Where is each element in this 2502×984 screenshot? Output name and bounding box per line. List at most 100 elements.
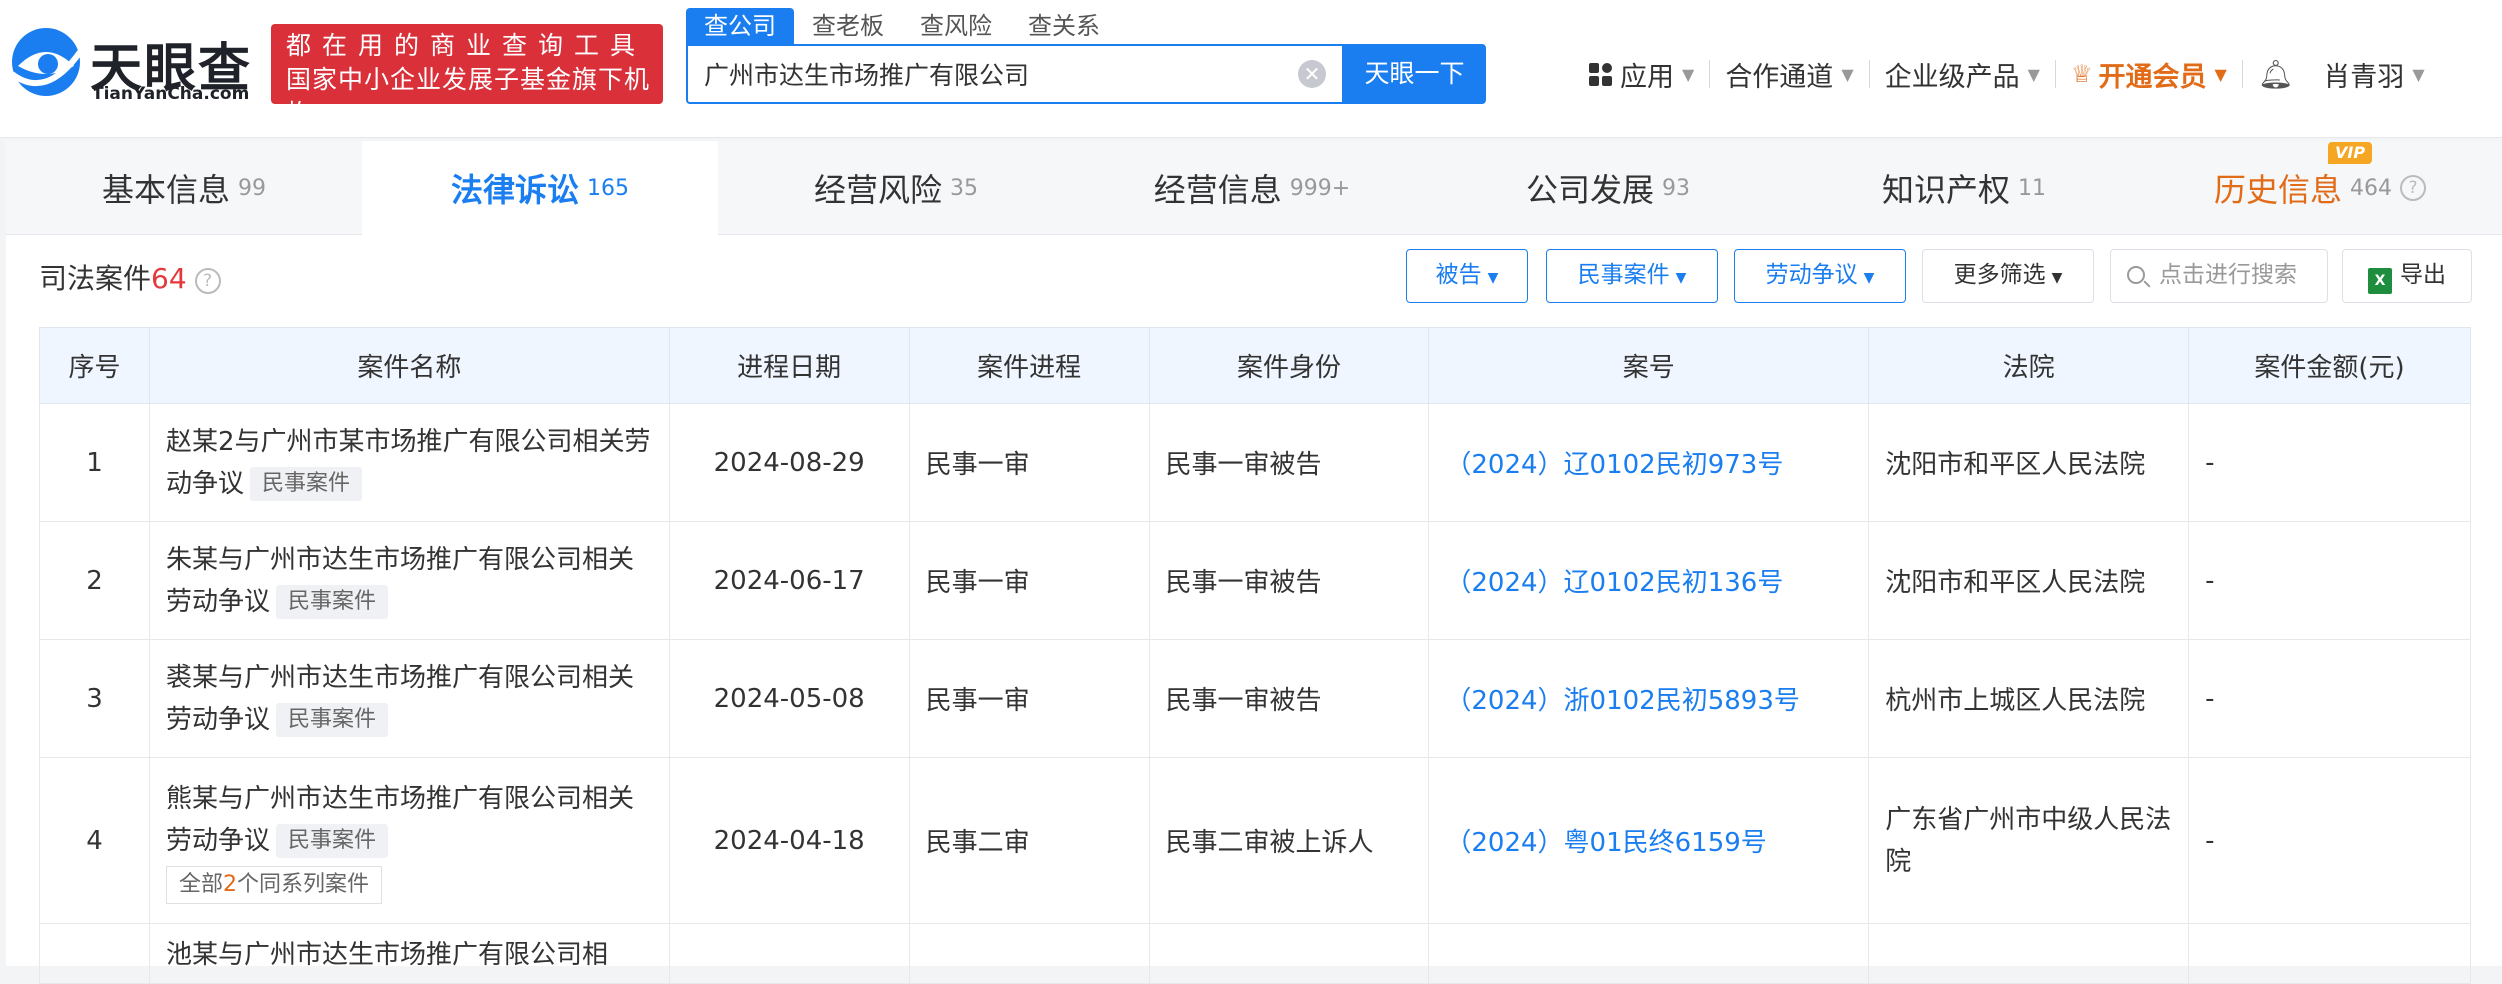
cell-case-no: （2024）浙0102民初5893号 <box>1428 639 1870 758</box>
caret-down-icon: ▼ <box>1487 270 1499 286</box>
clear-icon[interactable]: ✕ <box>1298 60 1326 88</box>
header-name: 案件名称 <box>148 327 670 404</box>
crown-icon: ♕ <box>2070 60 2093 88</box>
tab-count: 464 <box>2350 175 2392 201</box>
series-suffix: 个同系列案件 <box>236 871 369 897</box>
export-button[interactable]: X 导出 <box>2342 249 2472 303</box>
search-tab-company[interactable]: 查公司 <box>686 8 794 44</box>
cases-table: 序号 案件名称 进程日期 案件进程 案件身份 案号 法院 案件金额(元) 1 赵… <box>39 327 2471 984</box>
filter-labor[interactable]: 劳动争议 ▼ <box>1734 249 1906 303</box>
excel-icon: X <box>2368 268 2392 294</box>
filter-civil-label: 民事案件 <box>1577 262 1670 288</box>
case-name-link[interactable]: 熊某与广州市达生市场推广有限公司相关劳动争议 <box>166 784 634 856</box>
cell-amount: - <box>2188 521 2471 640</box>
cell-name: 熊某与广州市达生市场推广有限公司相关劳动争议 民事案件 全部2个同系列案件 <box>148 757 670 924</box>
case-search-input[interactable]: 点击进行搜索 <box>2110 249 2328 303</box>
filter-defendant[interactable]: 被告 ▼ <box>1406 249 1528 303</box>
tab-business-info[interactable]: 经营信息 999+ <box>1074 141 1430 235</box>
case-type-tag: 民事案件 <box>249 466 362 501</box>
tab-legal[interactable]: 法律诉讼 165 <box>362 141 718 235</box>
notifications[interactable]: 🔔︎ <box>2243 58 2309 91</box>
search-tab-relation[interactable]: 查关系 <box>1010 8 1118 44</box>
nav-vip[interactable]: ♕ 开通会员 ▼ <box>2056 55 2242 94</box>
series-cases-link[interactable]: 全部2个同系列案件 <box>165 865 382 904</box>
cell-no: 4 <box>39 757 150 924</box>
header-no: 序号 <box>39 327 150 404</box>
user-name: 肖青羽 <box>2323 61 2405 93</box>
filter-civil[interactable]: 民事案件 ▼ <box>1546 249 1718 303</box>
nav-enterprise[interactable]: 企业级产品 ▼ <box>1870 55 2055 94</box>
case-no-link[interactable]: （2024）浙0102民初5893号 <box>1445 686 1800 716</box>
chevron-down-icon: ▼ <box>2412 64 2425 84</box>
series-prefix: 全部 <box>178 871 223 897</box>
cell-role: 民事一审被告 <box>1148 639 1430 758</box>
cell-name: 裘某与广州市达生市场推广有限公司相关劳动争议 民事案件 <box>148 639 670 758</box>
promo-banner[interactable]: 都在用的商业查询工具 国家中小企业发展子基金旗下机构 <box>271 24 663 128</box>
cell-no <box>39 923 150 984</box>
nav-partner[interactable]: 合作通道 ▼ <box>1710 55 1868 94</box>
top-header: 天眼查 TianYanCha.com 都在用的商业查询工具 国家中小企业发展子基… <box>0 0 2502 138</box>
tab-count: 999+ <box>1289 175 1351 201</box>
tab-ip[interactable]: 知识产权 11 <box>1786 141 2142 235</box>
tab-development[interactable]: 公司发展 93 <box>1430 141 1786 235</box>
filter-more[interactable]: 更多筛选 ▼ <box>1922 249 2094 303</box>
tab-label: 经营风险 <box>813 171 942 209</box>
promo-line-2: 国家中小企业发展子基金旗下机构 <box>286 65 651 128</box>
cell-court <box>1868 923 2190 984</box>
vip-badge: VIP <box>2328 142 2373 164</box>
cell-case-no: （2024）辽0102民初136号 <box>1428 521 1870 640</box>
case-type-tag: 民事案件 <box>275 702 388 737</box>
cell-court: 杭州市上城区人民法院 <box>1868 639 2190 758</box>
brand-domain: TianYanCha.com <box>92 84 250 104</box>
case-no-link[interactable]: （2024）辽0102民初136号 <box>1445 568 1783 598</box>
nav-vip-label: 开通会员 <box>2098 61 2207 93</box>
cell-role: 民事一审被告 <box>1148 521 1430 640</box>
table-row[interactable]: 3 裘某与广州市达生市场推广有限公司相关劳动争议 民事案件 2024-05-08 … <box>39 639 2471 758</box>
search-button[interactable]: 天眼一下 <box>1343 44 1486 104</box>
cell-name: 池某与广州市达生市场推广有限公司相 <box>148 923 670 984</box>
cell-court: 广东省广州市中级人民法院 <box>1868 757 2190 924</box>
tab-count: 165 <box>587 175 629 201</box>
tab-count: 11 <box>2018 175 2046 201</box>
tab-label: 历史信息 <box>2213 171 2342 209</box>
section-count: 64 <box>151 262 187 295</box>
tab-label: 经营信息 <box>1153 171 1282 209</box>
case-name-link[interactable]: 裘某与广州市达生市场推广有限公司相关劳动争议 <box>166 663 634 735</box>
chevron-down-icon: ▼ <box>2027 64 2040 84</box>
caret-down-icon: ▼ <box>1675 270 1687 286</box>
tianyancha-logo[interactable]: 天眼查 TianYanCha.com <box>6 22 258 106</box>
cell-amount: - <box>2188 639 2471 758</box>
case-no-link[interactable]: （2024）辽0102民初973号 <box>1445 450 1783 480</box>
help-icon[interactable]: ? <box>194 268 221 294</box>
cell-name: 朱某与广州市达生市场推广有限公司相关劳动争议 民事案件 <box>148 521 670 640</box>
tab-basic-info[interactable]: 基本信息 99 <box>6 141 362 235</box>
filter-labor-label: 劳动争议 <box>1765 262 1858 288</box>
tab-label: 基本信息 <box>101 171 230 209</box>
help-icon[interactable]: ? <box>2400 175 2426 201</box>
cell-no: 2 <box>39 521 150 640</box>
series-count: 2 <box>222 871 237 897</box>
cell-case-no: （2024）辽0102民初973号 <box>1428 403 1870 522</box>
case-name-link[interactable]: 赵某2与广州市某市场推广有限公司相关劳动争议 <box>166 427 651 499</box>
nav-apps[interactable]: 应用 ▼ <box>1574 55 1709 94</box>
user-menu[interactable]: 肖青羽 ▼ <box>2308 55 2439 94</box>
nav-apps-label: 应用 <box>1620 61 1674 93</box>
table-row[interactable]: 1 赵某2与广州市某市场推广有限公司相关劳动争议 民事案件 2024-08-29 … <box>39 403 2471 522</box>
tab-history[interactable]: 历史信息 464? <box>2142 141 2498 235</box>
header-role: 案件身份 <box>1148 327 1430 404</box>
cell-stage: 民事一审 <box>908 521 1150 640</box>
top-nav: 应用 ▼ 合作通道 ▼ 企业级产品 ▼ ♕ 开通会员 ▼ 🔔︎ 肖青羽 ▼ <box>1574 52 2440 96</box>
cell-stage: 民事二审 <box>908 757 1150 924</box>
table-row[interactable]: 池某与广州市达生市场推广有限公司相 <box>39 923 2471 984</box>
table-row[interactable]: 4 熊某与广州市达生市场推广有限公司相关劳动争议 民事案件 全部2个同系列案件 2… <box>39 757 2471 924</box>
search-tab-risk[interactable]: 查风险 <box>902 8 1010 44</box>
table-row[interactable]: 2 朱某与广州市达生市场推广有限公司相关劳动争议 民事案件 2024-06-17 … <box>39 521 2471 640</box>
search-tab-boss[interactable]: 查老板 <box>794 8 902 44</box>
search-input[interactable] <box>704 46 1284 102</box>
tab-business-risk[interactable]: 经营风险 35 <box>718 141 1074 235</box>
main-tabs: 基本信息 99 法律诉讼 165 经营风险 35 经营信息 999+ 公司发展 93 知识… <box>6 141 2502 235</box>
case-no-link[interactable]: （2024）粤01民终6159号 <box>1445 828 1766 858</box>
table-header-row: 序号 案件名称 进程日期 案件进程 案件身份 案号 法院 案件金额(元) <box>39 327 2471 404</box>
header-court: 法院 <box>1868 327 2190 404</box>
case-name-link[interactable]: 朱某与广州市达生市场推广有限公司相关劳动争议 <box>166 545 634 617</box>
